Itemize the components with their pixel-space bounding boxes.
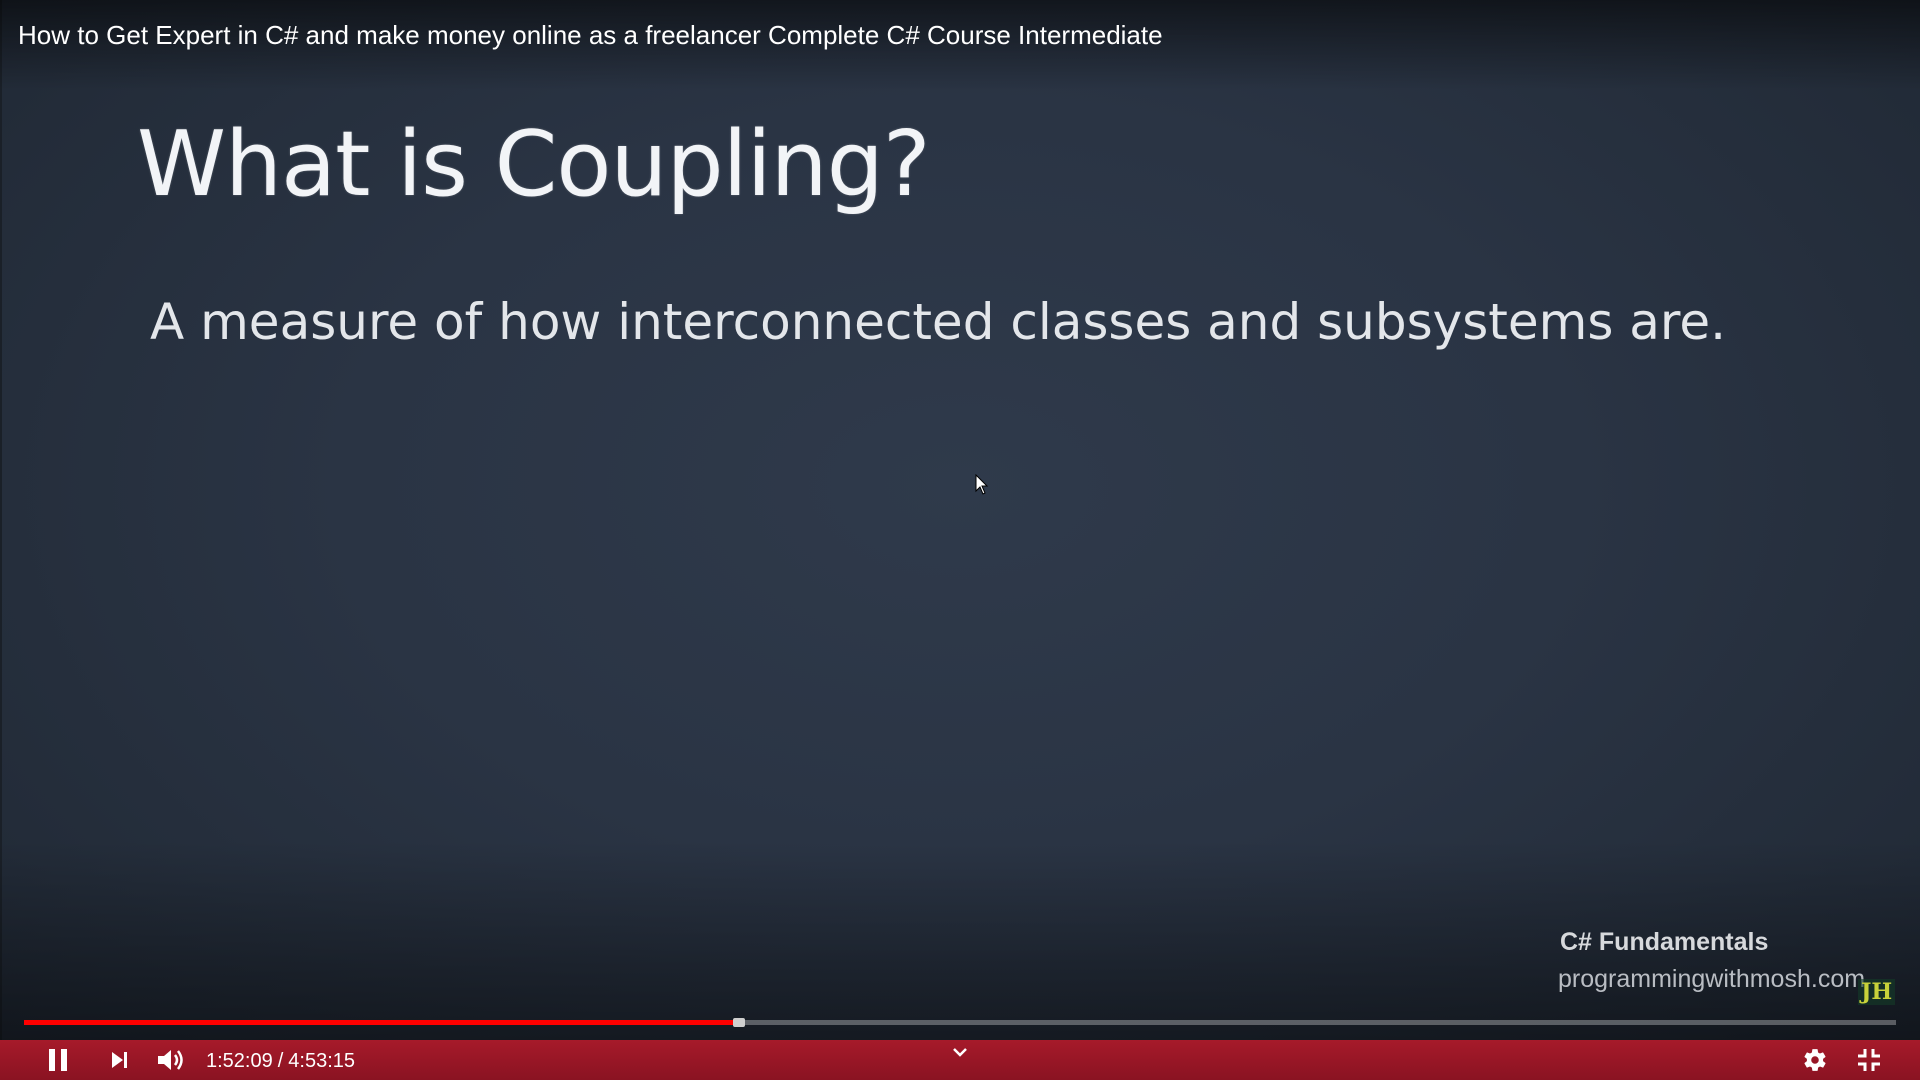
duration: 4:53:15 <box>288 1050 356 1072</box>
watermark-site: programmingwithmosh.com <box>1558 965 1866 993</box>
next-icon <box>112 1052 127 1068</box>
video-title[interactable]: How to Get Expert in C# and make money o… <box>18 20 1163 51</box>
time-separator: / <box>277 1050 284 1072</box>
progress-scrubber-handle[interactable] <box>733 1018 746 1027</box>
gear-icon <box>1804 1049 1826 1071</box>
channel-logo: JH <box>1858 979 1896 1005</box>
pause-button[interactable] <box>40 1040 76 1080</box>
slide-heading: What is Coupling? <box>137 112 931 217</box>
exit-fullscreen-icon <box>1858 1049 1880 1071</box>
volume-button[interactable] <box>154 1040 190 1080</box>
exit-fullscreen-button[interactable] <box>1852 1040 1886 1080</box>
volume-icon <box>158 1050 183 1070</box>
settings-button[interactable] <box>1798 1040 1832 1080</box>
progress-played <box>24 1020 736 1025</box>
video-player[interactable]: How to Get Expert in C# and make money o… <box>0 0 1920 1080</box>
mouse-cursor-icon <box>975 474 989 495</box>
time-display: 1:52:09/4:53:15 <box>206 1040 355 1080</box>
expand-chevron-button[interactable] <box>948 1032 972 1072</box>
watermark-course: C# Fundamentals <box>1560 928 1769 956</box>
chevron-down-icon <box>953 1048 967 1057</box>
current-time: 1:52:09 <box>206 1050 273 1072</box>
next-button[interactable] <box>104 1040 136 1080</box>
pause-icon <box>49 1049 67 1071</box>
control-bar: 1:52:09/4:53:15 <box>0 1040 1920 1080</box>
slide-body: A measure of how interconnected classes … <box>150 293 1727 351</box>
progress-bar[interactable] <box>24 1018 1896 1027</box>
